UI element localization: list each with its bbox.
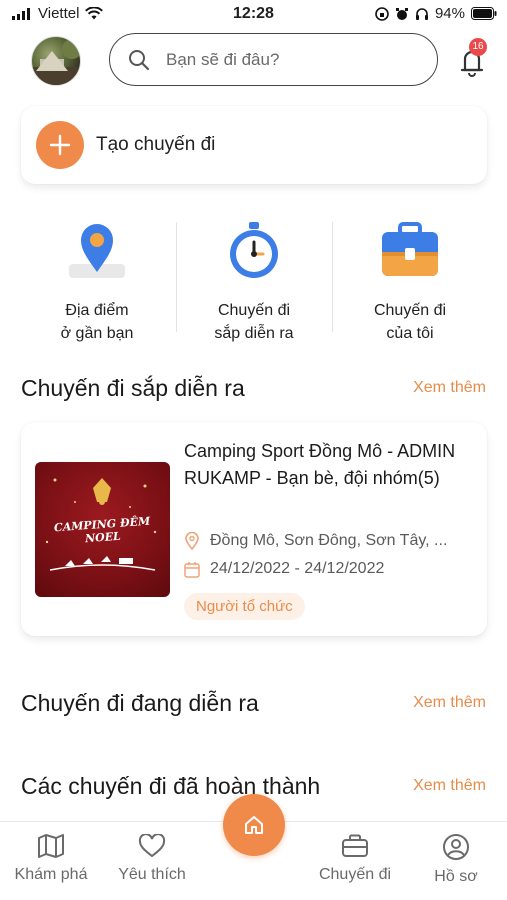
create-trip-card[interactable]: Tạo chuyến đi bbox=[21, 106, 487, 184]
lock-rotation-icon bbox=[375, 6, 389, 21]
trip-title: Camping Sport Đồng Mô - ADMIN RUKAMP - B… bbox=[184, 441, 456, 488]
nav-favorites-label: Yêu thích bbox=[118, 866, 186, 883]
section-title-ongoing: Chuyến đi đang diễn ra bbox=[21, 690, 259, 716]
quick-actions: Địa điểm ở gần bạn Chuyến đi sắp diễn ra bbox=[0, 212, 507, 342]
trip-thumbnail: CAMPING ĐÊM NOEL bbox=[35, 462, 170, 597]
battery-percent: 94% bbox=[434, 5, 465, 22]
create-trip-label: Tạo chuyến đi bbox=[96, 134, 216, 155]
see-more-upcoming[interactable]: Xem thêm bbox=[413, 379, 486, 397]
search-bar[interactable] bbox=[109, 33, 438, 86]
nav-explore[interactable]: Khám phá bbox=[10, 834, 92, 884]
plus-icon bbox=[49, 134, 71, 156]
search-icon bbox=[129, 49, 150, 70]
map-icon bbox=[38, 834, 64, 858]
search-input[interactable] bbox=[166, 49, 406, 70]
home-screen: Viettel 12:28 94% Bạn sẽ đi đâu? 16 Tạo … bbox=[0, 0, 507, 900]
create-trip-button[interactable] bbox=[36, 121, 84, 169]
trip-card[interactable]: CAMPING ĐÊM NOEL Camping Sport Đồng Mô -… bbox=[21, 422, 487, 636]
suitcase-icon bbox=[342, 834, 368, 857]
calendar-icon bbox=[184, 561, 200, 578]
briefcase-icon bbox=[382, 222, 438, 276]
divider bbox=[332, 222, 333, 332]
nav-profile-label: Hồ sơ bbox=[434, 868, 478, 885]
nav-trips[interactable]: Chuyến đi bbox=[310, 834, 400, 884]
see-more-completed[interactable]: Xem thêm bbox=[413, 777, 486, 795]
notification-badge: 16 bbox=[469, 38, 487, 56]
status-bar: Viettel 12:28 94% bbox=[0, 0, 507, 28]
trip-location-text: Đồng Mô, Sơn Đông, Sơn Tây, ... bbox=[210, 532, 448, 549]
quick-action-my-trips[interactable]: Chuyến đi của tôi bbox=[335, 212, 485, 345]
divider bbox=[176, 222, 177, 332]
quick-action-upcoming[interactable]: Chuyến đi sắp diễn ra bbox=[179, 212, 329, 345]
trip-location: Đồng Mô, Sơn Đông, Sơn Tây, ... bbox=[184, 532, 447, 550]
home-icon bbox=[245, 816, 263, 834]
home-button[interactable] bbox=[223, 794, 285, 856]
see-more-ongoing[interactable]: Xem thêm bbox=[413, 694, 486, 712]
alarm-icon bbox=[395, 7, 408, 20]
trip-dates-text: 24/12/2022 - 24/12/2022 bbox=[210, 560, 385, 577]
map-pin-icon bbox=[69, 224, 125, 278]
avatar[interactable] bbox=[31, 36, 81, 86]
role-badge: Người tổ chức bbox=[184, 593, 305, 620]
avatar-photo bbox=[32, 39, 80, 85]
stopwatch-icon bbox=[230, 222, 278, 278]
quick-action-nearby[interactable]: Địa điểm ở gần bạn bbox=[22, 212, 172, 345]
battery-icon bbox=[471, 7, 497, 20]
nav-explore-label: Khám phá bbox=[14, 866, 88, 883]
nav-trips-label: Chuyến đi bbox=[318, 866, 392, 883]
section-title-completed: Các chuyến đi đã hoàn thành bbox=[21, 773, 321, 799]
user-circle-icon bbox=[443, 834, 469, 860]
nav-profile[interactable]: Hồ sơ bbox=[421, 834, 491, 886]
location-pin-icon bbox=[185, 532, 199, 550]
trip-dates: 24/12/2022 - 24/12/2022 bbox=[184, 560, 384, 578]
section-title-upcoming: Chuyến đi sắp diễn ra bbox=[21, 375, 245, 401]
heart-icon bbox=[138, 834, 166, 858]
nav-favorites[interactable]: Yêu thích bbox=[111, 834, 193, 884]
headphones-icon bbox=[415, 7, 428, 20]
